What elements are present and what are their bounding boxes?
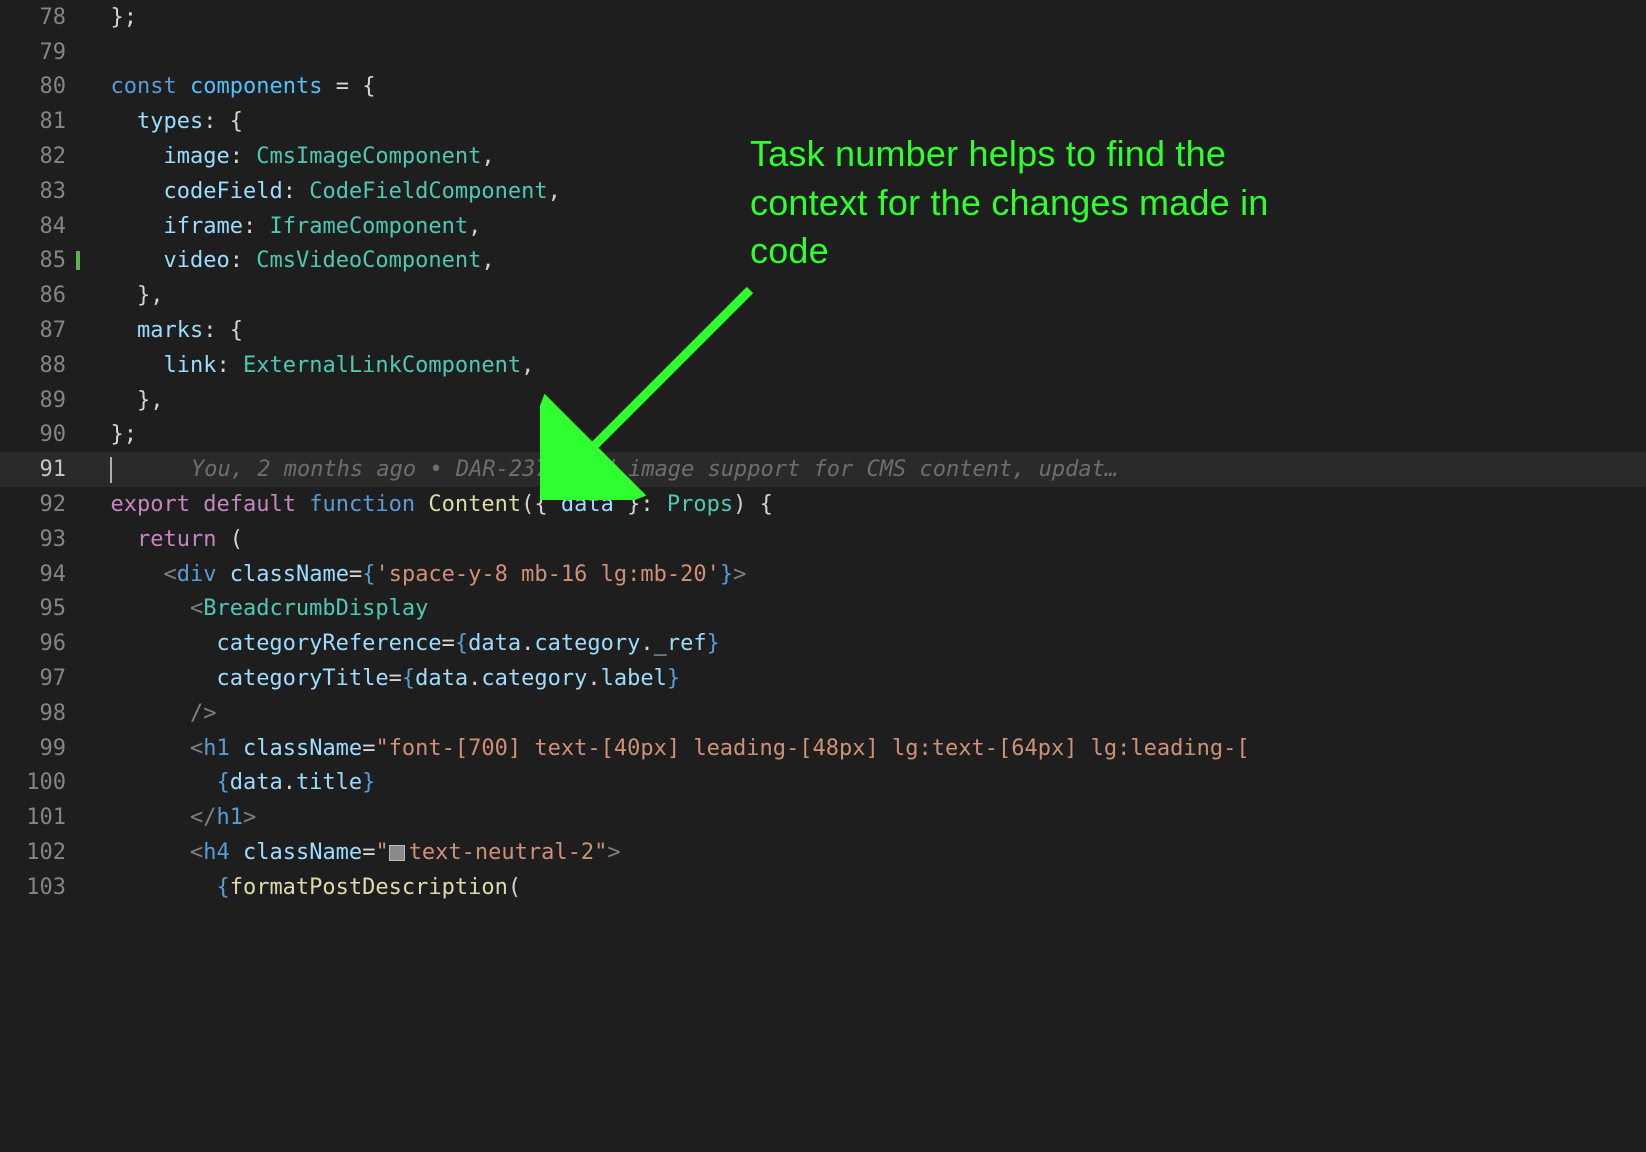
line-number: 93 xyxy=(0,527,84,552)
code-content[interactable]: }; xyxy=(84,5,1646,30)
code-line[interactable]: 80 const components = { xyxy=(0,70,1646,105)
code-line[interactable]: 97 categoryTitle={data.category.label} xyxy=(0,661,1646,696)
line-number: 103 xyxy=(0,875,84,900)
line-number: 84 xyxy=(0,214,84,239)
code-line[interactable]: 100 {data.title} xyxy=(0,766,1646,801)
code-content[interactable]: categoryReference={data.category._ref} xyxy=(84,631,1646,656)
code-content[interactable]: }, xyxy=(84,388,1646,413)
line-number: 90 xyxy=(0,422,84,447)
line-number: 79 xyxy=(0,40,84,65)
annotation-text: Task number helps to find the context fo… xyxy=(750,130,1270,276)
code-content[interactable]: {formatPostDescription( xyxy=(84,875,1646,900)
line-number: 91 xyxy=(0,457,84,482)
code-line[interactable]: 101 </h1> xyxy=(0,800,1646,835)
code-line[interactable]: 86 }, xyxy=(0,278,1646,313)
line-number: 94 xyxy=(0,562,84,587)
code-line[interactable]: 96 categoryReference={data.category._ref… xyxy=(0,626,1646,661)
gitlens-blame: You, 2 months ago • DAR-237: add image s… xyxy=(191,457,1118,482)
code-line[interactable]: 98 /> xyxy=(0,696,1646,731)
code-line[interactable]: 79 xyxy=(0,35,1646,70)
code-content[interactable]: {data.title} xyxy=(84,770,1646,795)
line-number: 101 xyxy=(0,805,84,830)
code-editor[interactable]: 78 };7980 const components = {81 types: … xyxy=(0,0,1646,1152)
code-content[interactable]: }; xyxy=(84,422,1646,447)
line-number: 82 xyxy=(0,144,84,169)
line-number: 98 xyxy=(0,701,84,726)
code-content[interactable]: /> xyxy=(84,701,1646,726)
line-number: 100 xyxy=(0,770,84,795)
code-content[interactable]: return ( xyxy=(84,527,1646,552)
code-line[interactable]: 102 <h4 className="text-neutral-2"> xyxy=(0,835,1646,870)
line-number: 81 xyxy=(0,109,84,134)
code-content[interactable]: export default function Content({ data }… xyxy=(84,492,1646,517)
line-number: 92 xyxy=(0,492,84,517)
line-number: 97 xyxy=(0,666,84,691)
code-content[interactable]: <BreadcrumbDisplay xyxy=(84,596,1646,621)
line-number: 95 xyxy=(0,596,84,621)
code-line[interactable]: 103 {formatPostDescription( xyxy=(0,870,1646,905)
line-number: 99 xyxy=(0,736,84,761)
line-number: 89 xyxy=(0,388,84,413)
code-line[interactable]: 99 <h1 className="font-[700] text-[40px]… xyxy=(0,731,1646,766)
code-content[interactable]: You, 2 months ago • DAR-237: add image s… xyxy=(84,457,1646,483)
code-line[interactable]: 89 }, xyxy=(0,383,1646,418)
line-number: 83 xyxy=(0,179,84,204)
code-line[interactable]: 90 }; xyxy=(0,418,1646,453)
line-number: 96 xyxy=(0,631,84,656)
line-number: 80 xyxy=(0,74,84,99)
code-content[interactable]: <div className={'space-y-8 mb-16 lg:mb-2… xyxy=(84,562,1646,587)
color-swatch-icon xyxy=(389,845,405,861)
code-content[interactable]: categoryTitle={data.category.label} xyxy=(84,666,1646,691)
line-number: 87 xyxy=(0,318,84,343)
code-content[interactable]: link: ExternalLinkComponent, xyxy=(84,353,1646,378)
code-content[interactable]: <h1 className="font-[700] text-[40px] le… xyxy=(84,736,1646,761)
code-content[interactable]: }, xyxy=(84,283,1646,308)
code-content[interactable]: marks: { xyxy=(84,318,1646,343)
line-number: 88 xyxy=(0,353,84,378)
line-number: 102 xyxy=(0,840,84,865)
line-number: 85 xyxy=(0,248,84,273)
code-line[interactable]: 87 marks: { xyxy=(0,313,1646,348)
code-line[interactable]: 94 <div className={'space-y-8 mb-16 lg:m… xyxy=(0,557,1646,592)
code-content[interactable]: <h4 className="text-neutral-2"> xyxy=(84,840,1646,865)
code-line[interactable]: 92 export default function Content({ dat… xyxy=(0,487,1646,522)
line-number: 86 xyxy=(0,283,84,308)
code-content[interactable]: const components = { xyxy=(84,74,1646,99)
code-line[interactable]: 88 link: ExternalLinkComponent, xyxy=(0,348,1646,383)
code-line[interactable]: 91 You, 2 months ago • DAR-237: add imag… xyxy=(0,452,1646,487)
code-line[interactable]: 78 }; xyxy=(0,0,1646,35)
code-content[interactable]: </h1> xyxy=(84,805,1646,830)
code-line[interactable]: 95 <BreadcrumbDisplay xyxy=(0,592,1646,627)
code-line[interactable]: 93 return ( xyxy=(0,522,1646,557)
line-number: 78 xyxy=(0,5,84,30)
